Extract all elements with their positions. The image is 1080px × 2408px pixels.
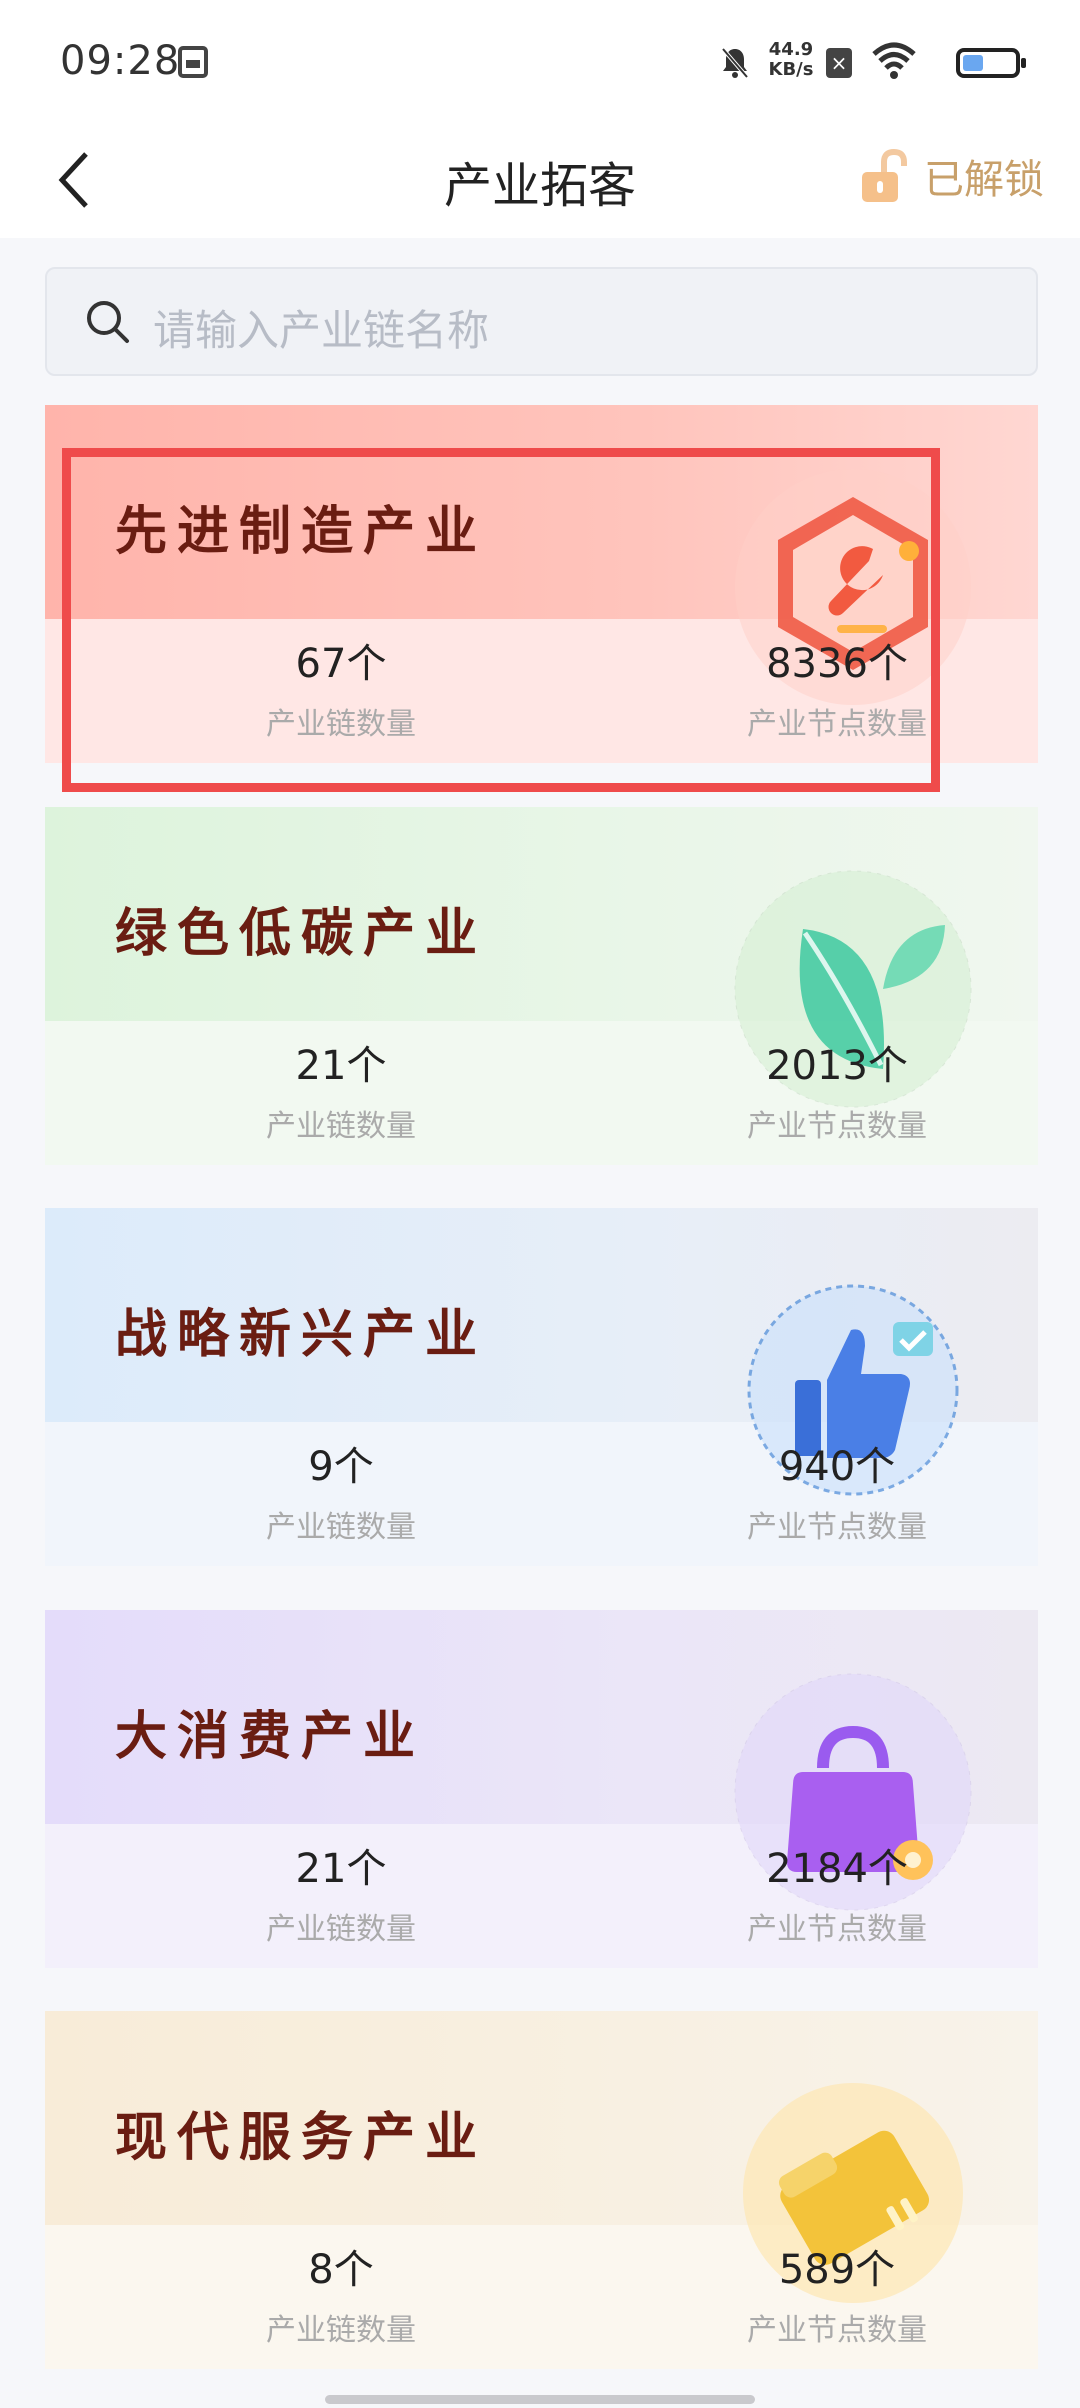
calendar-icon [178,46,208,78]
card-title: 先进制造产业 [115,502,488,562]
card-title: 大消费产业 [115,1707,426,1767]
chain-count-value: 67个 [295,641,387,687]
status-icons: 44.9 KB/s × [620,38,1026,88]
chain-count-stat: 9个 产业链数量 [191,1442,491,1546]
chain-count-label: 产业链数量 [266,2313,416,2348]
node-count-label: 产业节点数量 [747,707,927,742]
chain-count-stat: 67个 产业链数量 [191,639,491,743]
card-title: 绿色低碳产业 [115,904,488,964]
node-count-value: 8336个 [766,641,908,687]
net-speed-unit: KB/s [768,59,814,80]
search-input[interactable]: 请输入产业链名称 [45,267,1038,376]
industry-card-mass-consumption[interactable]: 大消费产业 21个 产业链数量 2184个 产业节点数量 [45,1610,1038,1968]
chain-count-label: 产业链数量 [266,1109,416,1144]
node-count-label: 产业节点数量 [747,2313,927,2348]
node-count-value: 2184个 [766,1846,908,1892]
chain-count-value: 8个 [308,2247,374,2293]
sim-no-signal-icon: × [826,48,852,78]
net-speed-value: 44.9 [768,39,814,60]
chain-count-stat: 21个 产业链数量 [191,1844,491,1948]
card-title: 现代服务产业 [115,2108,488,2168]
node-count-value: 940个 [778,1444,896,1490]
status-time: 09:28 [60,38,181,84]
node-count-stat: 589个 产业节点数量 [687,2245,987,2349]
chain-count-value: 21个 [295,1846,387,1892]
chain-count-stat: 21个 产业链数量 [191,1041,491,1145]
search-placeholder: 请输入产业链名称 [153,306,490,355]
node-count-stat: 2013个 产业节点数量 [687,1041,987,1145]
wifi-icon [872,42,916,79]
chain-count-label: 产业链数量 [266,1912,416,1947]
battery-icon [956,48,1026,78]
bell-muted-icon [721,47,749,79]
node-count-label: 产业节点数量 [747,1510,927,1545]
industry-card-advanced-manufacturing[interactable]: 先进制造产业 67个 产业链数量 8336个 产业节点数量 [45,405,1038,763]
chain-count-label: 产业链数量 [266,1510,416,1545]
unlock-status[interactable]: 已解锁 [858,146,1044,206]
net-speed: 44.9 KB/s [762,40,820,80]
industry-card-green-low-carbon[interactable]: 绿色低碳产业 21个 产业链数量 2013个 产业节点数量 [45,807,1038,1165]
card-title: 战略新兴产业 [115,1305,488,1365]
unlock-icon [862,148,907,202]
node-count-stat: 2184个 产业节点数量 [687,1844,987,1948]
node-count-value: 589个 [778,2247,896,2293]
node-count-label: 产业节点数量 [747,1912,927,1947]
node-count-value: 2013个 [766,1043,908,1089]
chain-count-value: 9个 [308,1444,374,1490]
node-count-stat: 8336个 产业节点数量 [687,639,987,743]
chain-count-stat: 8个 产业链数量 [191,2245,491,2349]
node-count-stat: 940个 产业节点数量 [687,1442,987,1546]
search-icon [87,301,129,343]
home-indicator[interactable] [325,2395,755,2404]
chain-count-label: 产业链数量 [266,707,416,742]
node-count-label: 产业节点数量 [747,1109,927,1144]
industry-card-modern-services[interactable]: 现代服务产业 8个 产业链数量 589个 产业节点数量 [45,2011,1038,2369]
industry-card-strategic-emerging[interactable]: 战略新兴产业 9个 产业链数量 940个 产业节点数量 [45,1208,1038,1566]
chain-count-value: 21个 [295,1043,387,1089]
unlock-label: 已解锁 [924,157,1044,203]
nav-bar: 产业拓客 已解锁 [0,120,1080,238]
status-bar: 09:28 44.9 KB/s × [0,0,1080,120]
